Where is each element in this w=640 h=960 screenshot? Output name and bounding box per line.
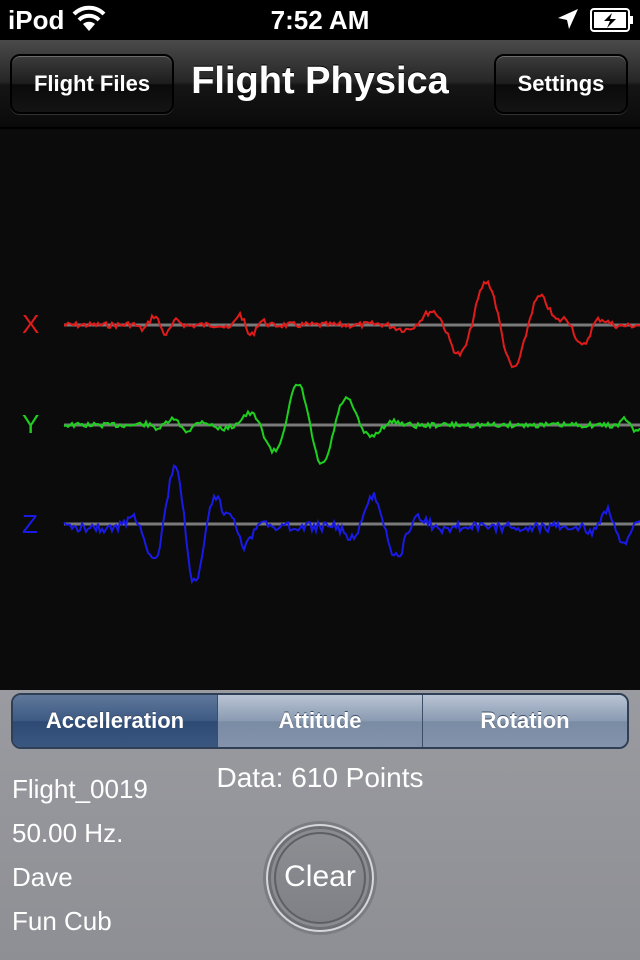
clear-button[interactable]: Clear [266,824,374,932]
status-time: 7:52 AM [270,5,370,35]
segment-attitude[interactable]: Attitude [218,695,423,747]
channel-label-z: Z [22,509,38,539]
bottom-panel: Accelleration Attitude Rotation Flight_0… [0,690,640,960]
segment-rotation[interactable]: Rotation [423,695,627,747]
sample-rate: 50.00 Hz. [12,818,124,848]
settings-button[interactable]: Settings [494,54,628,114]
location-arrow-icon [556,7,580,36]
segment-accelleration[interactable]: Accelleration [13,695,218,747]
aircraft-name: Fun Cub [12,906,112,936]
page-title: Flight Physica [191,60,449,102]
clear-button-label: Clear [284,860,356,893]
channel-label-y: Y [22,409,39,439]
flight-name: Flight_0019 [12,774,148,804]
channel-label-x: X [22,309,39,339]
status-bar: iPod 7:52 AM [0,0,640,40]
battery-charging-icon [590,8,634,37]
navigation-bar: Flight Files Flight Physica Settings [0,40,640,128]
pilot-name: Dave [12,862,73,892]
flight-files-button[interactable]: Flight Files [10,54,174,114]
data-type-segmented-control: Accelleration Attitude Rotation [11,693,629,749]
sensor-graph: X Y Z [0,129,640,690]
sensor-graph-canvas: X Y Z [22,279,640,585]
data-points-label: Data: 610 Points [216,762,424,793]
